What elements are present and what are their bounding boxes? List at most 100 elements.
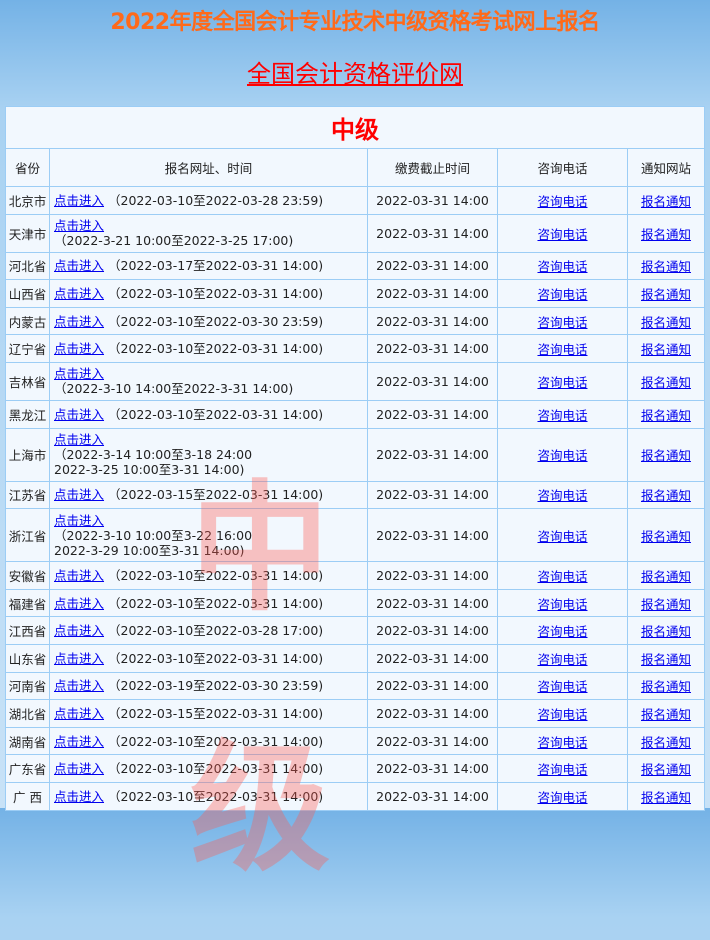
enter-link[interactable]: 点击进入 <box>54 678 104 693</box>
enter-link[interactable]: 点击进入 <box>54 623 104 638</box>
province: 浙江省 <box>5 508 50 563</box>
phone-link[interactable]: 咨询电话 <box>537 597 587 612</box>
enter-link[interactable]: 点击进入 <box>54 734 104 749</box>
phone-link[interactable]: 咨询电话 <box>537 679 587 694</box>
enter-link[interactable]: 点击进入 <box>54 432 104 447</box>
phone-link[interactable]: 咨询电话 <box>537 707 587 722</box>
enter-link[interactable]: 点击进入 <box>54 314 104 329</box>
enter-link[interactable]: 点击进入 <box>54 218 104 233</box>
phone-link[interactable]: 咨询电话 <box>537 569 587 584</box>
header-province: 省份 <box>5 148 50 187</box>
phone-link[interactable]: 咨询电话 <box>537 652 587 667</box>
notice-link[interactable]: 报名通知 <box>641 448 691 463</box>
notice-link[interactable]: 报名通知 <box>641 790 691 805</box>
table-row: 安徽省 点击进入 （2022-03-10至2022-03-31 14:00) 2… <box>5 561 705 590</box>
registration-time: （2022-03-10至2022-03-31 14:00) <box>108 733 324 749</box>
phone-link[interactable]: 咨询电话 <box>537 529 587 544</box>
payment-deadline: 2022-03-31 14:00 <box>367 480 498 510</box>
notice-link[interactable]: 报名通知 <box>641 762 691 777</box>
site-link[interactable]: 全国会计资格评价网 <box>247 60 463 88</box>
enter-link[interactable]: 点击进入 <box>54 193 104 208</box>
notice-link[interactable]: 报名通知 <box>641 529 691 544</box>
notice-link[interactable]: 报名通知 <box>641 227 691 242</box>
notice-link[interactable]: 报名通知 <box>641 375 691 390</box>
registration-time: （2022-3-10 10:00至3-22 16:00 <box>54 527 253 543</box>
phone-link[interactable]: 咨询电话 <box>537 735 587 750</box>
payment-deadline: 2022-03-31 14:00 <box>367 588 498 618</box>
header-notice: 通知网站 <box>627 148 705 187</box>
header-phone: 咨询电话 <box>497 148 628 187</box>
province: 天津市 <box>5 213 50 253</box>
table-row: 江苏省 点击进入 （2022-03-15至2022-03-31 14:00) 2… <box>5 480 705 510</box>
registration-time: （2022-03-10至2022-03-28 23:59) <box>108 192 324 208</box>
phone-link[interactable]: 咨询电话 <box>537 194 587 209</box>
province: 江苏省 <box>5 480 50 510</box>
enter-link[interactable]: 点击进入 <box>54 286 104 301</box>
notice-link[interactable]: 报名通知 <box>641 287 691 302</box>
phone-link[interactable]: 咨询电话 <box>537 227 587 242</box>
table-row: 广 西 点击进入 （2022-03-10至2022-03-31 14:00) 2… <box>5 781 705 811</box>
enter-link[interactable]: 点击进入 <box>54 568 104 583</box>
notice-link[interactable]: 报名通知 <box>641 624 691 639</box>
notice-link[interactable]: 报名通知 <box>641 707 691 722</box>
province: 安徽省 <box>5 561 50 590</box>
enter-link[interactable]: 点击进入 <box>54 341 104 356</box>
enter-link[interactable]: 点击进入 <box>54 258 104 273</box>
province: 北京市 <box>5 186 50 215</box>
province: 内蒙古 <box>5 306 50 336</box>
phone-link[interactable]: 咨询电话 <box>537 624 587 639</box>
notice-link[interactable]: 报名通知 <box>641 259 691 274</box>
phone-link[interactable]: 咨询电话 <box>537 408 587 423</box>
registration-time: （2022-03-10至2022-03-28 17:00) <box>108 623 324 639</box>
table-row: 浙江省 点击进入 （2022-3-10 10:00至3-22 16:00 2022-… <box>5 508 705 563</box>
enter-link[interactable]: 点击进入 <box>54 487 104 502</box>
payment-deadline: 2022-03-31 14:00 <box>367 186 498 215</box>
notice-link[interactable]: 报名通知 <box>641 569 691 584</box>
notice-link[interactable]: 报名通知 <box>641 597 691 612</box>
phone-link[interactable]: 咨询电话 <box>537 287 587 302</box>
notice-link[interactable]: 报名通知 <box>641 408 691 423</box>
enter-link[interactable]: 点击进入 <box>54 596 104 611</box>
notice-link[interactable]: 报名通知 <box>641 194 691 209</box>
enter-link[interactable]: 点击进入 <box>54 513 104 528</box>
enter-link[interactable]: 点击进入 <box>54 789 104 804</box>
table-row: 天津市 点击进入 （2022-3-21 10:00至2022-3-25 17:00… <box>5 213 705 253</box>
phone-link[interactable]: 咨询电话 <box>537 375 587 390</box>
notice-link[interactable]: 报名通知 <box>641 735 691 750</box>
phone-link[interactable]: 咨询电话 <box>537 488 587 503</box>
header-deadline: 缴费截止时间 <box>367 148 498 187</box>
table-row: 吉林省 点击进入 （2022-3-10 14:00至2022-3-31 14:00… <box>5 361 705 401</box>
notice-link[interactable]: 报名通知 <box>641 652 691 667</box>
registration-time: （2022-03-10至2022-03-31 14:00) <box>108 788 324 804</box>
payment-deadline: 2022-03-31 14:00 <box>367 399 498 429</box>
notice-link[interactable]: 报名通知 <box>641 679 691 694</box>
province: 山东省 <box>5 643 50 673</box>
phone-link[interactable]: 咨询电话 <box>537 342 587 357</box>
phone-link[interactable]: 咨询电话 <box>537 315 587 330</box>
registration-time: （2022-03-10至2022-03-31 14:00) <box>108 761 324 777</box>
payment-deadline: 2022-03-31 14:00 <box>367 334 498 363</box>
phone-link[interactable]: 咨询电话 <box>537 790 587 805</box>
enter-link[interactable]: 点击进入 <box>54 366 104 381</box>
table-row: 辽宁省 点击进入 （2022-03-10至2022-03-31 14:00) 2… <box>5 334 705 363</box>
page-title: 2022年度全国会计专业技术中级资格考试网上报名 <box>110 10 600 35</box>
notice-link[interactable]: 报名通知 <box>641 488 691 503</box>
province: 福建省 <box>5 588 50 618</box>
enter-link[interactable]: 点击进入 <box>54 651 104 666</box>
enter-link[interactable]: 点击进入 <box>54 706 104 721</box>
enter-link[interactable]: 点击进入 <box>54 761 104 776</box>
registration-time: （2022-03-15至2022-03-31 14:00) <box>108 487 324 503</box>
province: 广东省 <box>5 754 50 783</box>
phone-link[interactable]: 咨询电话 <box>537 762 587 777</box>
notice-link[interactable]: 报名通知 <box>641 315 691 330</box>
phone-link[interactable]: 咨询电话 <box>537 448 587 463</box>
payment-deadline: 2022-03-31 14:00 <box>367 251 498 281</box>
registration-time-2: 2022-3-25 10:00至3-31 14:00) <box>54 462 245 478</box>
province: 湖北省 <box>5 699 50 728</box>
payment-deadline: 2022-03-31 14:00 <box>367 213 498 253</box>
table-row: 湖北省 点击进入 （2022-03-15至2022-03-31 14:00) 2… <box>5 699 705 728</box>
phone-link[interactable]: 咨询电话 <box>537 259 587 274</box>
registration-time: （2022-03-17至2022-03-31 14:00) <box>108 258 324 274</box>
notice-link[interactable]: 报名通知 <box>641 342 691 357</box>
enter-link[interactable]: 点击进入 <box>54 407 104 422</box>
